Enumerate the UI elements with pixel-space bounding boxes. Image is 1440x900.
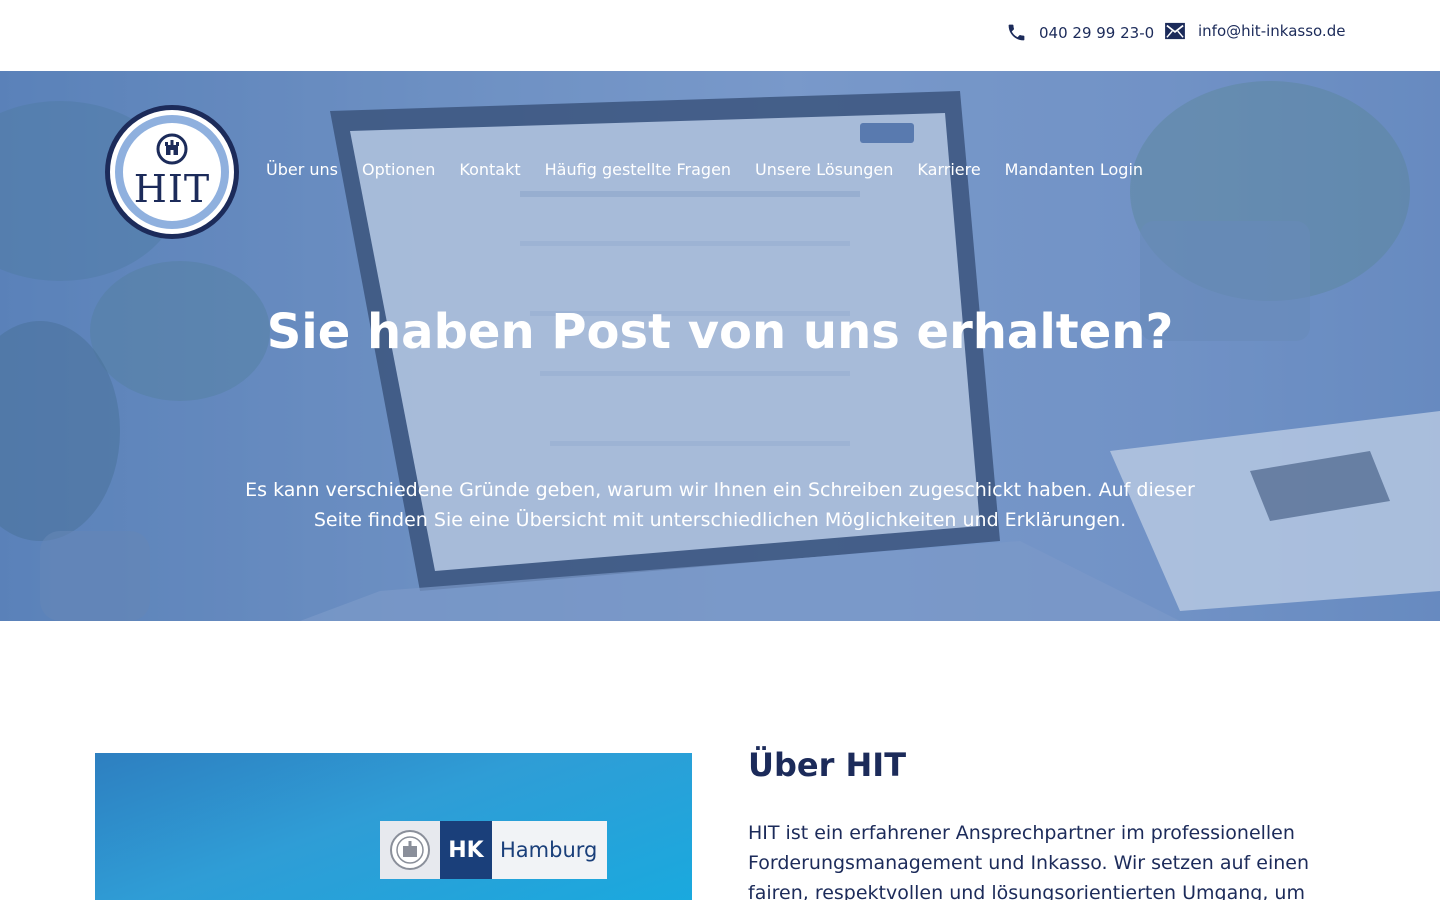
- mail-icon: [1165, 22, 1185, 40]
- email-link[interactable]: info@hit-inkasso.de: [1164, 22, 1345, 40]
- nav-item-optionen[interactable]: Optionen: [362, 160, 435, 179]
- nav-item-karriere[interactable]: Karriere: [917, 160, 980, 179]
- nav-item-mandanten-login[interactable]: Mandanten Login: [1005, 160, 1143, 179]
- nav-item-faq[interactable]: Häufig gestellte Fragen: [545, 160, 731, 179]
- phone-link[interactable]: 040 29 99 23-0: [1006, 22, 1154, 43]
- hk-seal-icon: [380, 821, 440, 879]
- about-image: HK Hamburg: [95, 753, 692, 900]
- main-navigation: Über uns Optionen Kontakt Häufig gestell…: [266, 160, 1143, 179]
- about-title: Über HIT: [748, 746, 907, 784]
- nav-item-ueber-uns[interactable]: Über uns: [266, 160, 338, 179]
- about-text: HIT ist ein erfahrener Ansprechpartner i…: [748, 822, 1310, 900]
- nav-item-kontakt[interactable]: Kontakt: [459, 160, 520, 179]
- hero-title: Sie haben Post von uns erhalten?: [266, 304, 1174, 360]
- logo-text: HIT: [133, 167, 211, 211]
- hk-label: HK: [440, 821, 492, 879]
- hero-section: HIT Über uns Optionen Kontakt Häufig ges…: [0, 71, 1440, 621]
- hk-hamburg-badge: HK Hamburg: [380, 821, 607, 879]
- hk-city-label: Hamburg: [492, 821, 607, 879]
- hit-logo[interactable]: HIT: [105, 105, 239, 239]
- castle-emblem-icon: [156, 133, 188, 165]
- phone-icon: [1008, 24, 1025, 41]
- nav-item-loesungen[interactable]: Unsere Lösungen: [755, 160, 893, 179]
- top-contact-bar: 040 29 99 23-0 info@hit-inkasso.de: [0, 0, 1440, 71]
- email-address: info@hit-inkasso.de: [1198, 22, 1346, 40]
- phone-number: 040 29 99 23-0: [1039, 23, 1155, 42]
- hero-subtitle: Es kann verschiedene Gründe geben, warum…: [245, 479, 1195, 531]
